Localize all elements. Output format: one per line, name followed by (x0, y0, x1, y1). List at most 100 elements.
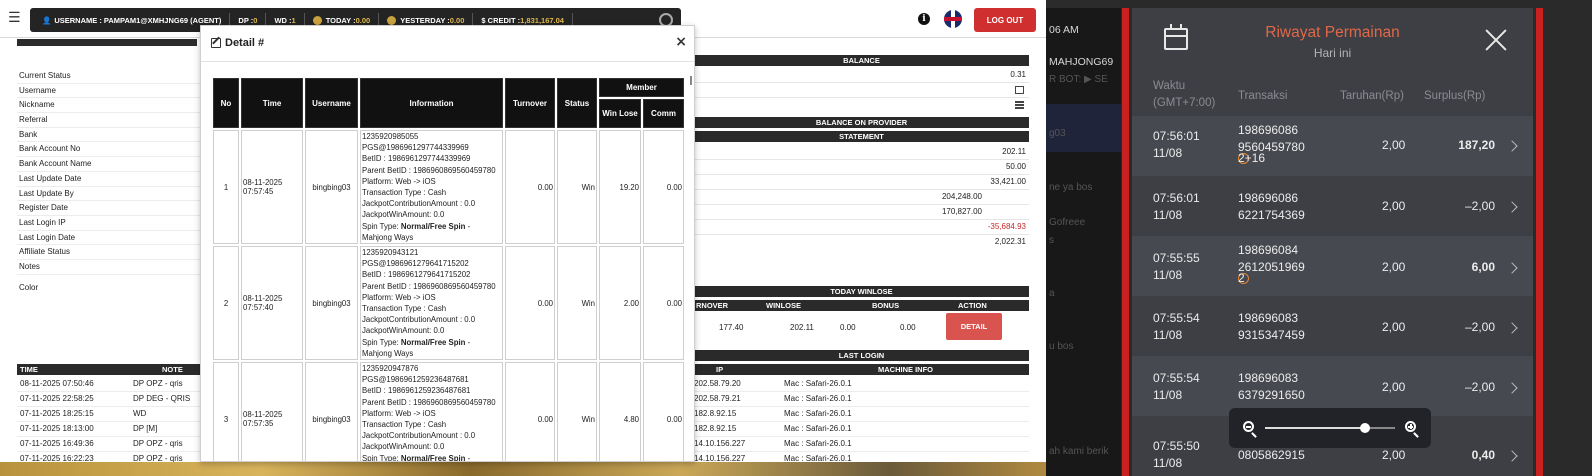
close-button[interactable]: × (675, 34, 687, 50)
profile-labels: Current Status Username Nickname Referra… (17, 69, 200, 295)
row-number: 3 (213, 362, 239, 461)
zoom-slider[interactable] (1265, 423, 1395, 433)
column-header: Taruhan(Rp) (1340, 90, 1404, 102)
row-status: Win (557, 362, 597, 461)
panel-subtitle: Hari ini (1313, 46, 1352, 60)
logout-button[interactable]: LOG OUT (974, 8, 1036, 32)
modal-header: Detail # × (201, 26, 694, 62)
table-row: 2 08-11-2025 07:57:40 bingbing03 1235920… (213, 246, 684, 361)
row-information: 1235920943121 PGS@1986961279641715202 Be… (360, 246, 503, 361)
row-time: 08-11-2025 07:57:40 (241, 246, 303, 361)
chevron-right-icon (1506, 201, 1518, 213)
chevron-right-icon (1506, 382, 1518, 394)
login-row: 202.58.79.21 Mac : Safari-26.0.1 (694, 392, 1029, 407)
history-row[interactable]: 07:56:01 11/08 198696086 9560459780 2+16… (1132, 116, 1533, 176)
divider (694, 174, 1029, 175)
profile-label: Last Update Date (17, 172, 200, 187)
divider (694, 82, 1029, 83)
row-comm: 0.00 (643, 246, 684, 361)
winlose-column-headers: RNOVER WINLOSE BONUS ACTION (694, 300, 1029, 311)
profile-label: Bank Account Name (17, 157, 200, 172)
row-winlose: 4.80 (599, 362, 641, 461)
history-row[interactable]: 07:55:54 11/08 198696083 6379291650 2,00… (1132, 356, 1533, 416)
transactions-column-headers: TIME NOTE (17, 364, 200, 375)
row-username: bingbing03 (305, 130, 358, 245)
chat-text: R BOT: ▶ SE (1049, 74, 1108, 85)
list-icon[interactable] (1015, 101, 1024, 109)
zoom-in-icon[interactable] (1405, 421, 1416, 432)
statement-value: 202.11 (1002, 147, 1026, 156)
column-header: Surplus(Rp) (1424, 90, 1486, 102)
external-link-icon[interactable] (1015, 86, 1024, 94)
row-number: 1 (213, 130, 239, 245)
chevron-right-icon (1506, 140, 1518, 152)
row-turnover: 0.00 (505, 130, 555, 245)
transaction-row: 07-11-2025 18:13:00 DP [M] (17, 422, 200, 437)
chat-text: Gofreee (1049, 217, 1086, 228)
modal-title: Detail # (225, 37, 265, 49)
zoom-slider-thumb[interactable] (1360, 423, 1371, 433)
statement-header: STATEMENT (694, 131, 1029, 142)
column-header: Information (360, 78, 503, 128)
chat-text: s (1049, 235, 1054, 246)
detail-button[interactable]: DETAIL (946, 313, 1002, 340)
row-number: 2 (213, 246, 239, 361)
statement-value-negative: -35,684.93 (987, 222, 1026, 231)
row-turnover: 0.00 (505, 246, 555, 361)
history-row[interactable]: 07:55:55 11/08 198696084 2612051969 2 2,… (1132, 236, 1533, 296)
column-header: MACHINE INFO (878, 365, 933, 374)
menu-icon[interactable]: ☰ (8, 10, 21, 26)
scrollbar[interactable] (690, 76, 692, 85)
history-row[interactable]: 07:55:54 11/08 198696083 9315347459 2,00… (1132, 296, 1533, 356)
row-winlose: 2.00 (599, 246, 641, 361)
turnover-value: 177.40 (719, 323, 744, 332)
divider (694, 234, 1029, 235)
frame-edge (1122, 8, 1129, 476)
statement-value: 50.00 (1005, 162, 1026, 171)
uk-flag-icon[interactable] (944, 10, 962, 28)
detail-modal: Detail # × No Time Username Information … (200, 25, 695, 462)
profile-label: Last Login Date (17, 231, 200, 246)
chevron-right-icon (1506, 262, 1518, 274)
column-header: WINLOSE (766, 301, 801, 310)
user-icon: 👤 (42, 15, 52, 25)
profile-label: Current Status (17, 69, 200, 84)
divider (694, 97, 1029, 98)
row-time: 08-11-2025 07:57:45 (241, 130, 303, 245)
statement-value: 33,421.00 (990, 177, 1026, 186)
close-icon[interactable] (1484, 28, 1508, 52)
column-header: ACTION (958, 301, 987, 310)
column-header: Transaksi (1238, 90, 1288, 102)
column-header: IP (716, 365, 724, 374)
table-row: 3 08-11-2025 07:57:35 bingbing03 1235920… (213, 362, 684, 461)
chat-name: MAHJONG69 (1049, 56, 1114, 68)
admin-page: ☰ 👤 USERNAME : PAMPAM1@XMHJNG69 (AGENT) D… (0, 0, 1046, 476)
chevron-right-icon (1506, 450, 1518, 462)
column-header: Waktu (GMT+7:00) (1153, 80, 1216, 109)
other-value: 0.00 (900, 323, 916, 332)
login-row: 182.8.92.15 Mac : Safari-26.0.1 (694, 422, 1029, 437)
window-top-bar (1046, 0, 1121, 8)
row-information: 1235920985055 PGS@1986961297744339969 Be… (360, 130, 503, 245)
statement-value: 204,248.00 (941, 192, 982, 201)
profile-label-color: Color (19, 282, 39, 292)
zoom-out-icon[interactable] (1243, 421, 1254, 432)
winlose-value: 202.11 (790, 323, 814, 332)
column-header: Time (241, 78, 303, 128)
row-winlose: 19.20 (599, 130, 641, 245)
panel-title: Riwayat Permainan (1265, 24, 1400, 41)
row-information: 1235920947876 PGS@1986961259236487681 Be… (360, 362, 503, 461)
chat-text: a (1049, 288, 1055, 299)
profile-label: Affiliate Status (17, 245, 200, 260)
zoom-slider-fill (1265, 427, 1366, 429)
edit-icon (211, 38, 221, 48)
divider (694, 189, 1029, 190)
info-icon[interactable]: i (918, 13, 930, 25)
row-username: bingbing03 (305, 362, 358, 461)
history-row[interactable]: 07:56:01 11/08 198696086 6221754369 2,00… (1132, 176, 1533, 236)
column-header: NOTE (162, 365, 183, 374)
clock-text: 06 AM (1049, 24, 1079, 36)
row-turnover: 0.00 (505, 362, 555, 461)
row-comm: 0.00 (643, 130, 684, 245)
balance-value: 0.31 (1010, 70, 1026, 79)
